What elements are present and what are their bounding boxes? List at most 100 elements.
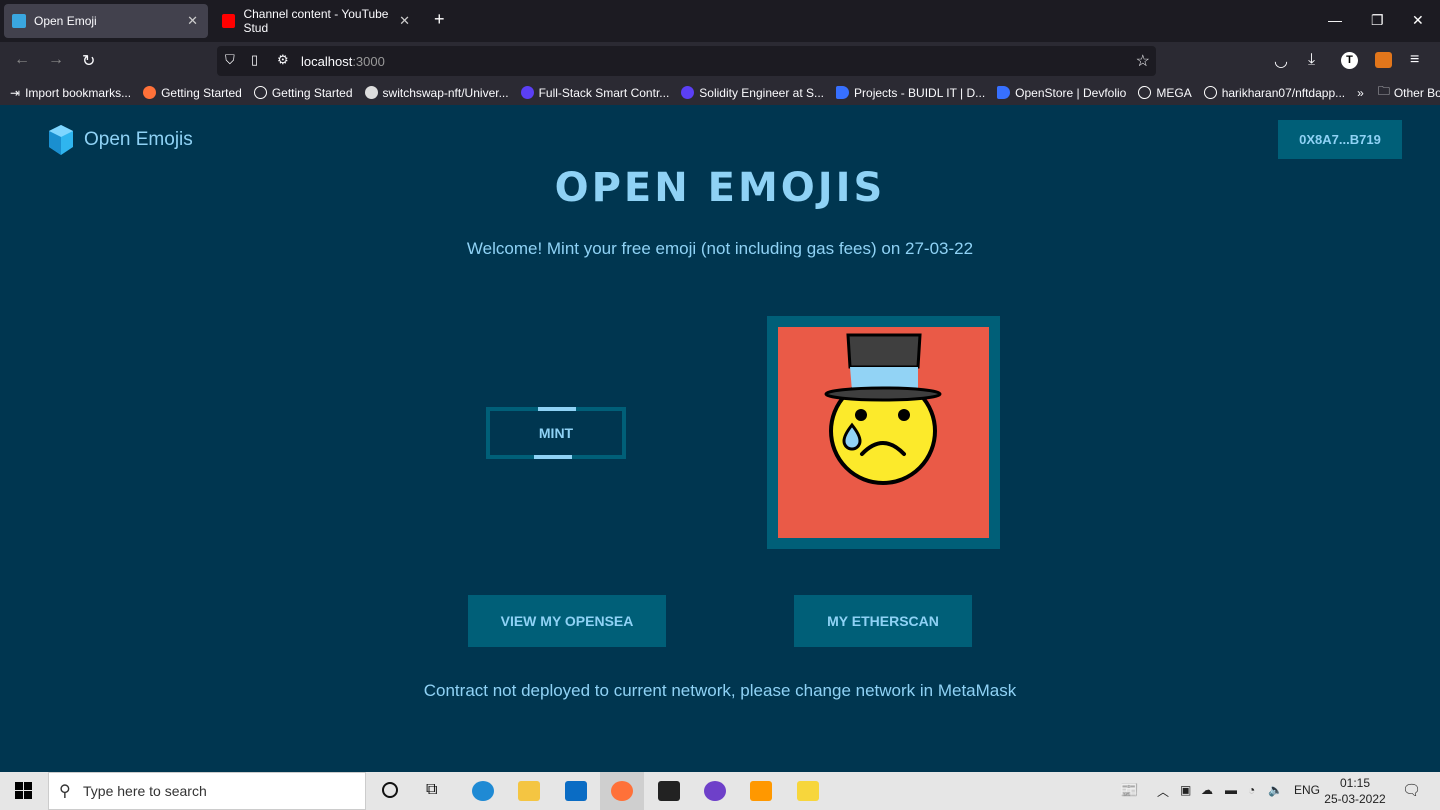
- other-bookmarks[interactable]: 🗀Other Bookmarks: [1378, 82, 1440, 103]
- bookmark-label: MEGA: [1156, 85, 1192, 100]
- close-window-icon[interactable]: ✕: [1412, 12, 1424, 29]
- clock-time: 01:15: [1339, 776, 1371, 790]
- onedrive-icon[interactable]: ☁: [1201, 783, 1213, 797]
- minimize-icon[interactable]: —: [1328, 12, 1342, 28]
- windows-taskbar: ⚲ Type here to search ⧉ 📰 ︿ ▣ ☁ ▬ ◔ 🔈 EN…: [0, 772, 1440, 810]
- forward-icon[interactable]: →: [48, 51, 64, 69]
- close-tab-icon[interactable]: ✕: [187, 13, 198, 29]
- bookmark-item[interactable]: MEGA: [1138, 85, 1192, 100]
- welcome-text: Welcome! Mint your free emoji (not inclu…: [466, 239, 974, 258]
- show-hidden-icons[interactable]: ︿: [1157, 783, 1169, 800]
- page-icon: ▯: [251, 52, 259, 67]
- course-icon: [681, 86, 695, 99]
- firefox-taskbar-icon[interactable]: [611, 781, 633, 801]
- mint-button[interactable]: MINT: [486, 407, 626, 459]
- shield-icon[interactable]: ⛉: [225, 52, 235, 68]
- meet-icon[interactable]: ▣: [1180, 783, 1191, 797]
- firefox-icon: [143, 86, 157, 99]
- file-explorer-icon[interactable]: [518, 781, 540, 801]
- network-status-message: Contract not deployed to current network…: [423, 681, 1017, 700]
- bookmark-item[interactable]: OpenStore | Devfolio: [997, 86, 1126, 100]
- sad-tophat-emoji-icon: [824, 333, 942, 485]
- emoji-preview-frame: [767, 316, 1000, 549]
- globe-icon: [1203, 86, 1217, 99]
- clock-date: 25-03-2022: [1324, 792, 1386, 806]
- profile-avatar[interactable]: T: [1341, 52, 1358, 69]
- sticky-notes-icon[interactable]: [797, 781, 819, 801]
- taskbar-search-input[interactable]: ⚲ Type here to search: [48, 772, 366, 810]
- news-widget-icon[interactable]: 📰: [1120, 781, 1139, 799]
- bookmark-star-icon[interactable]: ☆: [1136, 51, 1150, 71]
- bookmark-label: switchswap-nft/Univer...: [382, 85, 509, 100]
- wifi-icon[interactable]: ◔: [1248, 783, 1255, 797]
- view-opensea-button[interactable]: VIEW MY OPENSEA: [468, 595, 666, 647]
- bookmark-label: Other Bookmarks: [1393, 85, 1440, 100]
- sublime-icon[interactable]: [750, 781, 772, 801]
- search-placeholder: Type here to search: [83, 783, 207, 799]
- edge-icon[interactable]: [472, 781, 494, 801]
- more-bookmarks-icon[interactable]: »: [1357, 86, 1364, 100]
- devfolio-icon: [836, 86, 850, 99]
- battery-icon[interactable]: ▬: [1225, 783, 1237, 797]
- bookmark-import[interactable]: ⇥ Import bookmarks...: [10, 86, 131, 100]
- import-icon: ⇥: [10, 85, 21, 100]
- nav-toolbar: ← → ↻ ⛉ ▯ ⚙ localhost:3000 ☆ ◡ ⤓ T ≡: [0, 42, 1440, 80]
- tab-youtube[interactable]: Channel content - YouTube Stud ✕: [214, 4, 418, 38]
- volume-icon[interactable]: 🔈: [1268, 783, 1283, 797]
- brand[interactable]: Open Emojis: [47, 125, 193, 155]
- bookmark-label: Full-Stack Smart Contr...: [538, 85, 670, 100]
- youtube-icon: [222, 14, 236, 28]
- terminal-icon[interactable]: [658, 781, 680, 801]
- close-tab-icon[interactable]: ✕: [399, 13, 410, 29]
- brand-name: Open Emojis: [84, 129, 193, 150]
- url-host: localhost: [301, 54, 353, 69]
- bookmark-label: Solidity Engineer at S...: [699, 85, 825, 100]
- mint-label: MINT: [538, 425, 574, 441]
- metamask-fox-icon[interactable]: [1375, 52, 1392, 68]
- windows-start-icon[interactable]: [15, 782, 32, 799]
- bookmark-label: Getting Started: [271, 85, 353, 100]
- etherscan-button[interactable]: MY ETHERSCAN: [794, 595, 972, 647]
- language-indicator[interactable]: ENG: [1294, 783, 1320, 797]
- app-favicon-icon: [12, 14, 26, 28]
- clock[interactable]: 01:15 25-03-2022: [1322, 775, 1388, 807]
- decor-bar: [538, 407, 576, 411]
- bookmark-item[interactable]: Getting Started: [143, 86, 242, 100]
- course-icon: [520, 86, 534, 99]
- pocket-icon[interactable]: ◡: [1274, 51, 1288, 71]
- search-icon: ⚲: [59, 783, 71, 800]
- github-desktop-icon[interactable]: [704, 781, 726, 801]
- menu-icon[interactable]: ≡: [1410, 51, 1419, 69]
- new-tab-icon[interactable]: +: [434, 9, 445, 30]
- mail-icon[interactable]: [565, 781, 587, 801]
- bookmark-item[interactable]: harikharan07/nftdapp...: [1203, 85, 1346, 100]
- task-view-icon[interactable]: ⧉: [426, 781, 437, 799]
- tab-open-emoji[interactable]: Open Emoji ✕: [4, 4, 208, 38]
- tab-label: Open Emoji: [34, 14, 97, 28]
- bookmark-item[interactable]: Solidity Engineer at S...: [681, 86, 824, 100]
- logo-icon: [49, 125, 73, 155]
- notifications-icon[interactable]: 🗨: [1402, 781, 1421, 799]
- bookmarks-bar: ⇥ Import bookmarks... Getting Started Get…: [0, 80, 1440, 105]
- tab-bar: Open Emoji ✕ Channel content - YouTube S…: [0, 0, 1440, 42]
- url-bar[interactable]: ⛉ ▯ ⚙ localhost:3000 ☆: [217, 46, 1156, 76]
- github-icon: [364, 86, 378, 99]
- bookmark-item[interactable]: Getting Started: [253, 85, 353, 100]
- back-icon[interactable]: ←: [14, 51, 30, 69]
- bookmark-item[interactable]: Full-Stack Smart Contr...: [520, 85, 670, 100]
- wallet-address-button[interactable]: 0X8A7...B719: [1278, 120, 1402, 159]
- bookmark-item[interactable]: Projects - BUIDL IT | D...: [836, 86, 985, 100]
- url-port: :3000: [352, 54, 385, 69]
- reload-icon[interactable]: ↻: [82, 51, 95, 71]
- bookmark-item[interactable]: switchswap-nft/Univer...: [364, 85, 509, 100]
- cortana-icon[interactable]: [382, 782, 398, 798]
- emoji-preview: [778, 327, 989, 538]
- bookmark-label: harikharan07/nftdapp...: [1221, 85, 1346, 100]
- download-icon[interactable]: ⤓: [1308, 51, 1315, 69]
- folder-icon: 🗀: [1377, 84, 1390, 98]
- permissions-icon[interactable]: ⚙: [277, 52, 289, 68]
- restore-icon[interactable]: ❐: [1371, 12, 1384, 29]
- decor-bar: [534, 455, 572, 459]
- bookmark-label: Projects - BUIDL IT | D...: [854, 85, 986, 100]
- globe-icon: [1138, 86, 1152, 99]
